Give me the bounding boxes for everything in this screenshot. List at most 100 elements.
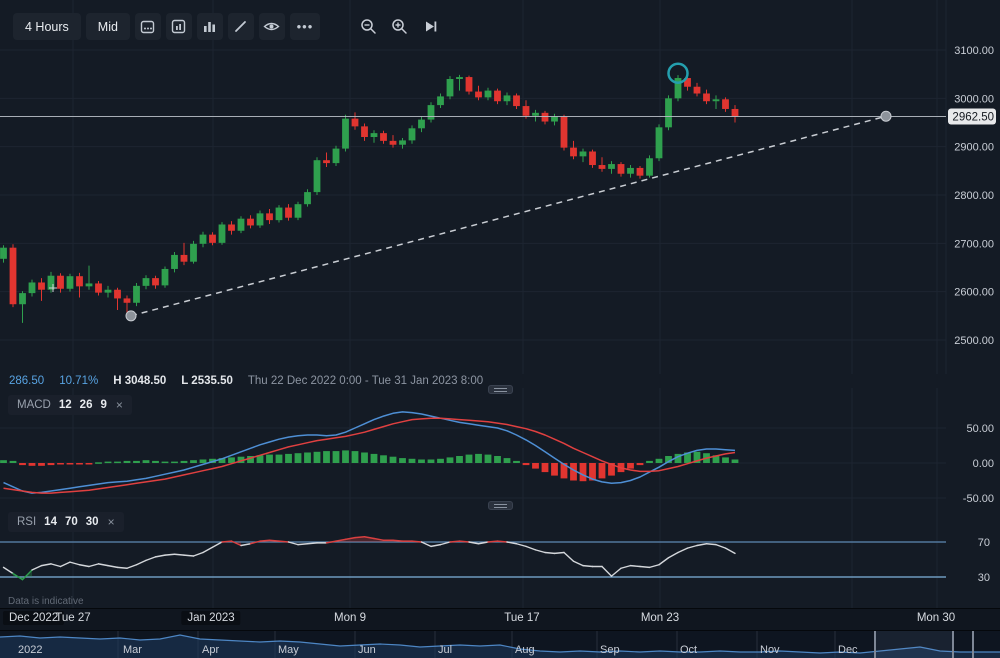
candle[interactable] [561,117,568,148]
candle[interactable] [694,87,701,94]
candle[interactable] [10,248,17,305]
candle[interactable] [618,164,625,174]
macd-close-icon[interactable]: × [116,398,123,412]
candle[interactable] [466,77,473,91]
candle[interactable] [437,96,444,105]
candle[interactable] [29,282,36,293]
candle[interactable] [494,91,501,102]
candle[interactable] [371,133,378,137]
candle[interactable] [114,290,121,299]
candle[interactable] [656,127,663,158]
candle[interactable] [504,95,511,101]
candle[interactable] [171,255,178,269]
candle[interactable] [551,117,558,122]
candle[interactable] [722,99,729,109]
candle[interactable] [200,235,207,244]
candle[interactable] [513,95,520,106]
rsi-chart[interactable]: 7030 [0,506,1000,608]
candle[interactable] [589,151,596,165]
candle[interactable] [675,78,682,98]
candle[interactable] [143,278,150,286]
candle[interactable] [380,133,387,141]
more-ellipsis-icon[interactable]: ••• [290,13,320,40]
candle[interactable] [665,98,672,127]
trendline-end-handle[interactable] [881,111,891,121]
calendar-icon[interactable] [135,13,161,40]
candle[interactable] [152,278,159,285]
time-axis[interactable]: Dec 2022Tue 27Jan 2023Mon 9Tue 17Mon 23M… [0,608,1000,631]
interval-button[interactable]: 4 Hours [13,13,81,40]
candle[interactable] [390,141,397,145]
candle[interactable] [228,224,235,230]
candle[interactable] [428,105,435,119]
draw-pencil-icon[interactable] [228,13,254,40]
candle[interactable] [124,298,131,302]
candle[interactable] [409,128,416,140]
rsi-legend[interactable]: RSI 14 70 30 × [8,512,124,532]
candle[interactable] [190,244,197,262]
candle[interactable] [399,140,406,144]
candle[interactable] [19,293,26,304]
candle[interactable] [532,113,539,116]
navigator-selection-handle[interactable] [952,631,954,658]
candle[interactable] [570,148,577,157]
candle[interactable] [456,77,463,79]
candle[interactable] [57,276,64,289]
candle[interactable] [703,93,710,101]
candle[interactable] [732,109,739,116]
rsi-close-icon[interactable]: × [108,515,115,529]
candle[interactable] [76,276,83,286]
candle[interactable] [133,286,140,303]
zoom-in-icon[interactable] [387,13,413,40]
zoom-out-icon[interactable] [356,13,382,40]
candle[interactable] [304,192,311,204]
navigator-selection-handle[interactable] [874,631,876,658]
candle[interactable] [238,219,245,231]
candle[interactable] [352,119,359,127]
chart-panel-icon[interactable] [166,13,192,40]
candle[interactable] [333,149,340,163]
candle[interactable] [713,99,720,101]
range-navigator[interactable]: 2022MarAprMayJunJulAugSepOctNovDec [0,630,1000,658]
candle[interactable] [580,151,587,156]
candle[interactable] [323,160,330,163]
candle[interactable] [637,168,644,176]
candle[interactable] [485,91,492,98]
candle[interactable] [361,126,368,137]
candlestick-series[interactable] [0,75,738,323]
column-chart-icon[interactable] [197,13,223,40]
price-chart[interactable]: 3100.003000.002900.002800.002700.002600.… [0,0,1000,374]
candle[interactable] [162,269,169,285]
candle[interactable] [266,213,273,220]
candle[interactable] [209,235,216,243]
candle[interactable] [181,255,188,262]
candle[interactable] [67,276,74,289]
candle[interactable] [418,120,425,129]
navigator-selection[interactable] [875,631,953,658]
candle[interactable] [95,283,102,292]
candle[interactable] [257,213,264,225]
candle[interactable] [105,290,112,293]
candle[interactable] [542,113,549,122]
navigator-selection-handle[interactable] [972,631,974,658]
macd-legend[interactable]: MACD 12 26 9 × [8,395,132,415]
eye-icon[interactable] [259,13,285,40]
price-mode-button[interactable]: Mid [86,13,130,40]
panel-resize-handle-rsi[interactable] [488,501,513,510]
candle[interactable] [247,219,254,226]
candle[interactable] [627,168,634,174]
candle[interactable] [447,79,454,96]
trendline-start-handle[interactable] [126,311,136,321]
candle[interactable] [285,208,292,218]
macd-chart[interactable]: 50.000.00-50.00 [0,388,1000,506]
panel-resize-handle-macd[interactable] [488,385,513,394]
candle[interactable] [475,92,482,98]
candle[interactable] [86,283,93,286]
candle[interactable] [295,204,302,218]
candle[interactable] [599,165,606,169]
candle[interactable] [523,106,530,116]
candle[interactable] [0,248,7,259]
trendline[interactable] [131,116,886,316]
candle[interactable] [38,282,45,289]
candle[interactable] [646,158,653,175]
